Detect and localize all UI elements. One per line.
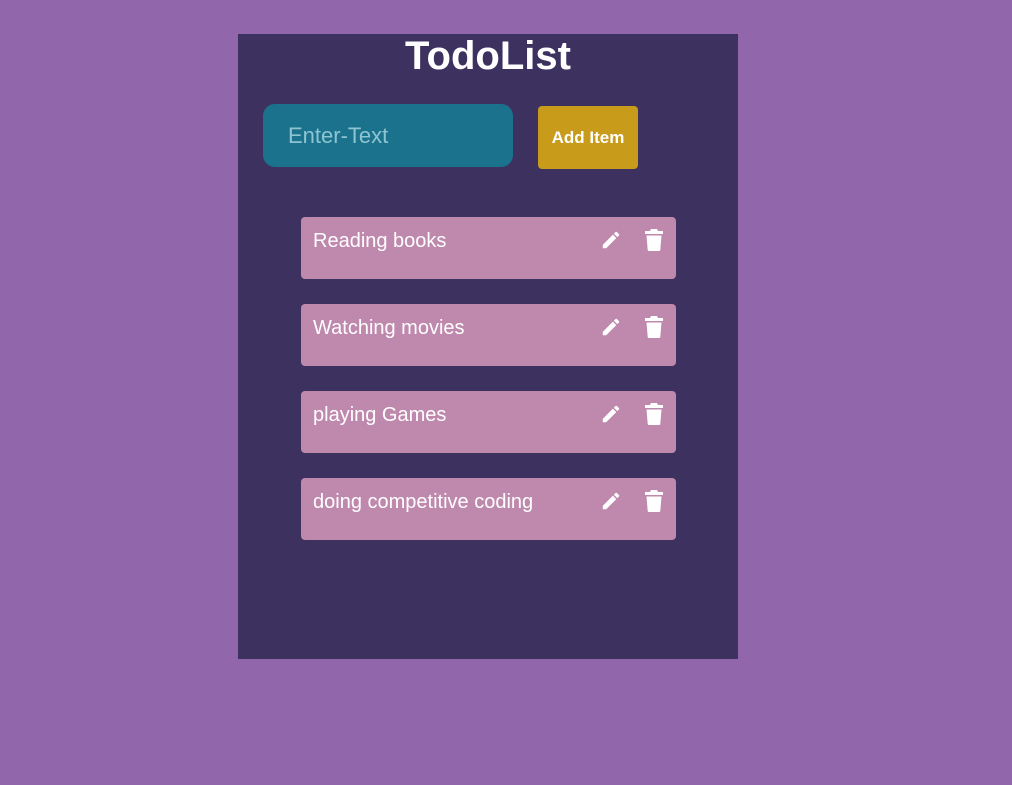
pencil-icon[interactable] (599, 489, 623, 513)
todo-item-text: doing competitive coding (313, 491, 534, 513)
todo-item: doing competitive coding (301, 478, 676, 540)
trash-icon[interactable] (642, 402, 666, 426)
trash-icon[interactable] (642, 315, 666, 339)
todo-text-input[interactable] (263, 104, 513, 167)
todo-item-text: Reading books (313, 230, 447, 252)
todo-item: playing Games (301, 391, 676, 453)
pencil-icon[interactable] (599, 402, 623, 426)
todo-item: Reading books (301, 217, 676, 279)
pencil-icon[interactable] (599, 315, 623, 339)
pencil-icon[interactable] (599, 228, 623, 252)
todo-list: Reading books Watching movies playing Ga… (301, 217, 676, 565)
todo-item: Watching movies (301, 304, 676, 366)
todo-item-text: Watching movies (313, 317, 465, 339)
todo-panel: TodoList Add Item Reading books Watching… (238, 34, 738, 659)
todo-item-text: playing Games (313, 404, 447, 426)
trash-icon[interactable] (642, 228, 666, 252)
trash-icon[interactable] (642, 489, 666, 513)
page-title: TodoList (405, 34, 571, 78)
add-item-button[interactable]: Add Item (538, 106, 638, 169)
